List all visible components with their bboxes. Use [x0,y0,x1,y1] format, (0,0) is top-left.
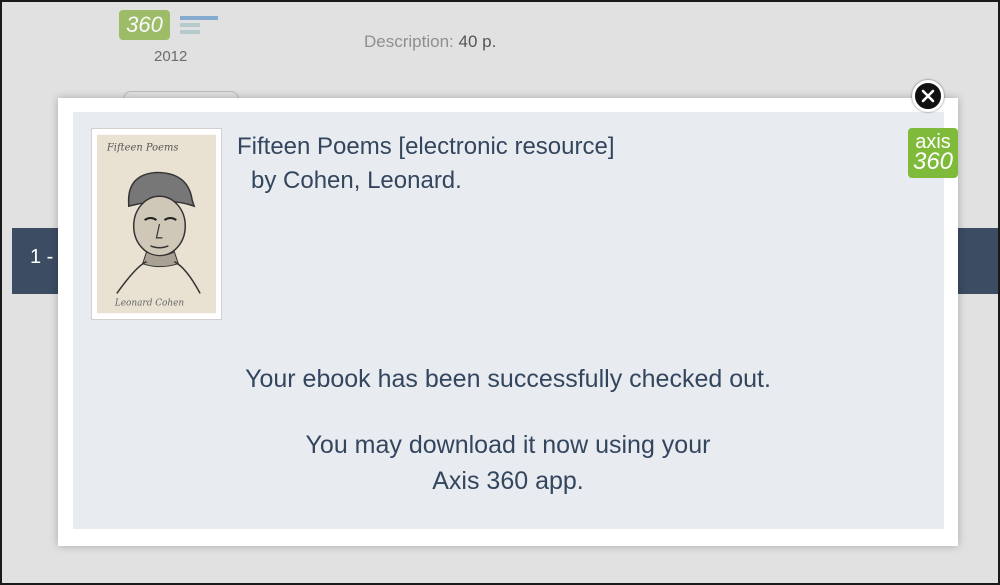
background-description: Description: 40 p. [364,32,496,52]
download-message-line2: Axis 360 app. [432,467,584,495]
publisher-logo-icon [180,16,232,38]
background-year: 2012 [154,48,188,65]
axis360-badge: axis 360 [908,128,958,178]
book-cover-portrait-icon: Fifteen Poems Leonard Cohen [97,134,216,314]
background-axis360-badge: 360 [119,10,170,40]
description-value: 40 p. [458,32,497,51]
checkout-dialog: Fifteen Poems Leonard Cohen Fifteen Poem… [58,98,958,546]
book-title[interactable]: Fifteen Poems [electronic resource] [237,133,615,161]
close-icon [921,89,935,103]
results-range: 1 - [30,246,54,268]
success-message: Your ebook has been successfully checked… [245,365,771,393]
download-message-line1: You may download it now using your [305,431,711,459]
svg-text:Leonard Cohen: Leonard Cohen [114,298,185,308]
svg-text:Fifteen Poems: Fifteen Poems [106,143,179,154]
axis-badge-number: 360 [912,148,954,175]
screen-frame: 360 2012 Description: 40 p. 1 - Fifteen … [0,0,1000,585]
book-cover-image: Fifteen Poems Leonard Cohen [91,128,222,320]
description-label: Description: [364,32,454,51]
book-author: by Cohen, Leonard. [251,167,462,194]
close-button[interactable] [912,80,944,112]
